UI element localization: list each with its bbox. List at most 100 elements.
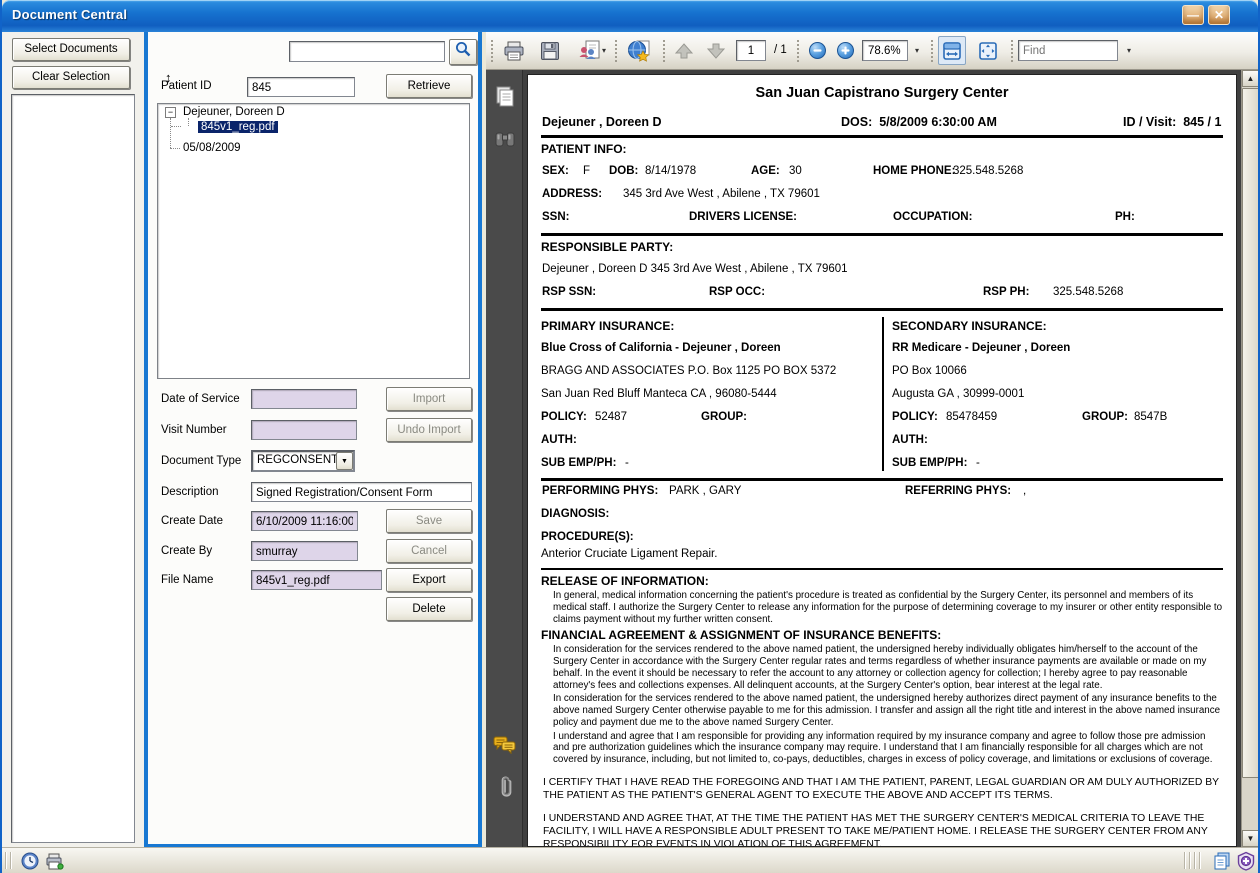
secondary-sub-value: - [976,457,980,469]
title-bar[interactable]: Document Central — ✕ [2,0,1258,32]
patient-id-box[interactable] [247,77,355,97]
visit-number-box[interactable] [251,420,357,440]
find-input[interactable] [1019,42,1117,61]
patient-id-input[interactable] [248,79,354,97]
financial-paragraph-1: In consideration for the services render… [553,644,1223,691]
date-of-service-box[interactable] [251,389,357,409]
text-cursor-icon: ↕ [165,70,172,85]
referring-phys-value: , [1023,485,1026,497]
rsp-ph-value: 325.548.5268 [1053,286,1123,298]
dob-label: DOB: [609,165,638,177]
document-scrollbar[interactable]: ▲ ▼ [1241,70,1258,847]
save-button[interactable]: Save [386,509,472,533]
description-input[interactable] [252,484,471,502]
scroll-down-button[interactable]: ▼ [1242,830,1259,847]
scrollbar-thumb[interactable] [1242,88,1259,778]
tree-expand-toggle[interactable]: − [165,107,176,118]
security-badge-button[interactable] [1236,851,1256,871]
zoom-level-box[interactable]: 78.6% [862,40,908,61]
create-date-box[interactable] [251,511,358,531]
save-file-button[interactable] [536,36,564,65]
performing-phys-value: PARK , GARY [669,485,741,497]
attachments-panel-button[interactable] [492,774,517,799]
create-by-box[interactable] [251,541,358,561]
document-type-value: REGCONSENT [257,454,338,466]
document-tree[interactable]: − Dejeuner, Doreen D 845v1_reg.pdf 05/08… [157,103,470,379]
description-label: Description [161,486,219,498]
tree-node-file[interactable]: 845v1_reg.pdf [198,121,278,133]
search-button[interactable] [449,39,477,65]
zoom-dropdown-arrow-icon: ▾ [915,46,919,55]
fit-width-button[interactable] [938,36,966,65]
tree-node-date[interactable]: 05/08/2009 [183,142,241,154]
document-type-combo[interactable]: REGCONSENT ▼ [251,450,355,472]
cancel-button[interactable]: Cancel [386,539,472,563]
date-of-service-input[interactable] [252,391,356,409]
file-name-input[interactable] [252,572,381,590]
zoom-in-icon [836,41,855,60]
create-date-input[interactable] [252,513,357,531]
pages-panel-button[interactable] [492,84,517,109]
next-page-button[interactable] [702,36,730,65]
zoom-out-button[interactable] [804,36,830,65]
export-document-button[interactable]: ▾ [572,36,612,65]
undo-import-button[interactable]: Undo Import [386,418,472,442]
minimize-button[interactable]: — [1182,5,1204,25]
tree-node-patient[interactable]: Dejeuner, Doreen D [183,106,285,118]
print-status-button[interactable] [44,851,64,871]
copy-pages-icon [1212,851,1232,871]
responsible-party-row-2: RSP SSN: RSP OCC: RSP PH: 325.548.5268 [541,286,1223,300]
statusbar-resize-grip[interactable] [1184,852,1201,869]
export-button[interactable]: Export [386,568,472,592]
financial-heading: FINANCIAL AGREEMENT & ASSIGNMENT OF INSU… [541,628,1223,642]
import-button[interactable]: Import [386,387,472,411]
document-page[interactable]: San Juan Capistrano Surgery Center Dejeu… [527,74,1237,847]
search-panel-button[interactable] [492,126,517,151]
find-box[interactable] [1018,40,1118,61]
visit-number-input[interactable] [252,422,356,440]
primary-address-line-2: San Juan Red Bluff Manteca CA , 96080-54… [541,388,874,402]
tree-connector [170,148,180,149]
history-clock-button[interactable] [20,851,40,871]
copy-pages-button[interactable] [1212,851,1232,871]
create-by-input[interactable] [252,543,357,561]
patient-name: Dejeuner , Doreen D [542,115,661,129]
toolbar-separator [930,39,935,63]
primary-sub-value: - [625,457,629,469]
search-input[interactable] [290,43,444,62]
rsp-ssn-label: RSP SSN: [542,286,596,298]
close-button[interactable]: ✕ [1208,5,1230,25]
web-view-button[interactable] [622,36,656,65]
scroll-up-button[interactable]: ▲ [1242,70,1259,87]
status-printer-icon [45,853,64,870]
selected-documents-list[interactable] [11,94,135,843]
financial-paragraph-2: In consideration for the services render… [553,693,1223,728]
zoom-dropdown-button[interactable]: ▾ [910,36,924,65]
page-number-box[interactable]: 1 [736,40,766,61]
select-documents-button[interactable]: Select Documents [12,38,130,61]
fit-page-button[interactable] [974,36,1002,65]
file-name-box[interactable] [251,570,382,590]
document-type-dropdown-button[interactable]: ▼ [336,452,353,470]
clear-selection-button[interactable]: Clear Selection [12,66,130,89]
zoom-in-button[interactable] [832,36,858,65]
description-box[interactable] [251,482,472,502]
retrieve-button[interactable]: Retrieve [386,74,472,98]
globe-icon [627,40,651,62]
print-button[interactable] [500,36,528,65]
document-title: San Juan Capistrano Surgery Center [541,85,1223,101]
dos-value: 5/8/2009 6:30:00 AM [879,115,997,129]
previous-page-button[interactable] [670,36,698,65]
primary-address-line-1: BRAGG AND ASSOCIATES P.O. Box 1125 PO BO… [541,365,874,379]
document-central-window: Document Central — ✕ Select Documents Cl… [0,0,1260,873]
secondary-insurance-column: SECONDARY INSURANCE: RR Medicare - Dejeu… [882,317,1223,471]
save-button-label: Save [416,515,442,527]
responsible-party-heading: RESPONSIBLE PARTY: [541,240,1223,254]
comments-panel-button[interactable] [492,732,517,757]
toolbar-grip[interactable] [490,39,495,63]
date-of-service-label: Date of Service [161,393,240,405]
delete-button[interactable]: Delete [386,597,472,621]
search-box[interactable] [289,41,445,62]
find-dropdown-button[interactable]: ▾ [1122,36,1136,65]
status-bar [2,847,1258,873]
